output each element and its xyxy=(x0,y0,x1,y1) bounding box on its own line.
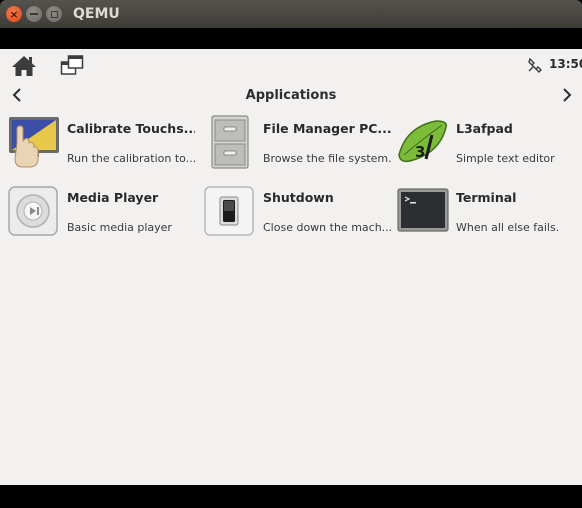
app-description: Browse the file system... xyxy=(263,152,391,165)
clock: 13:50 xyxy=(549,57,582,71)
app-description: When all else fails. xyxy=(456,221,560,234)
guest-screen: 13:50 Applications Calibrate Touchs... R… xyxy=(0,49,582,485)
letterbox-bottom xyxy=(0,485,582,508)
app-name: L3afpad xyxy=(456,121,513,136)
app-media-player[interactable]: Media Player Basic media player xyxy=(7,184,197,244)
app-description: Close down the mach... xyxy=(263,221,391,234)
close-window-button[interactable]: × xyxy=(6,6,22,22)
chevron-right-icon xyxy=(563,88,572,102)
app-shutdown[interactable]: Shutdown Close down the mach... xyxy=(203,184,393,244)
chevron-left-icon xyxy=(12,88,21,102)
next-page-button[interactable] xyxy=(559,86,575,104)
maximize-window-button[interactable] xyxy=(46,6,62,22)
app-name: File Manager PC... xyxy=(263,121,391,136)
app-name: Terminal xyxy=(456,190,517,205)
app-l3afpad[interactable]: 3 L3afpad Simple text editor xyxy=(396,115,582,175)
minimize-window-button[interactable] xyxy=(26,6,42,22)
app-calibrate-touchscreen[interactable]: Calibrate Touchs... Run the calibration … xyxy=(7,115,197,175)
touchscreen-calibrate-icon xyxy=(9,117,59,168)
window-title: QEMU xyxy=(73,6,120,22)
app-description: Simple text editor xyxy=(456,152,555,165)
app-name: Media Player xyxy=(67,190,159,205)
terminal-icon xyxy=(397,188,449,232)
app-file-manager[interactable]: File Manager PC... Browse the file syste… xyxy=(203,115,393,175)
network-status-icon[interactable] xyxy=(527,57,543,73)
media-player-icon xyxy=(8,186,58,236)
minimize-icon xyxy=(30,13,38,15)
windows-icon xyxy=(60,55,84,75)
window-titlebar: × QEMU xyxy=(0,0,582,28)
letterbox-top xyxy=(0,28,582,49)
file-cabinet-icon xyxy=(211,115,249,169)
window-switcher-button[interactable] xyxy=(60,54,84,76)
page-title: Applications xyxy=(245,88,337,103)
home-button[interactable] xyxy=(11,54,37,78)
leafpad-icon: 3 xyxy=(398,120,448,163)
app-description: Run the calibration to... xyxy=(67,152,195,165)
app-description: Basic media player xyxy=(67,221,172,234)
svg-text:3: 3 xyxy=(415,143,425,161)
previous-page-button[interactable] xyxy=(9,86,25,104)
home-icon xyxy=(12,56,36,76)
app-terminal[interactable]: Terminal When all else fails. xyxy=(396,184,582,244)
app-name: Shutdown xyxy=(263,190,334,205)
app-name: Calibrate Touchs... xyxy=(67,121,195,136)
maximize-icon xyxy=(50,10,58,18)
power-switch-icon xyxy=(204,186,254,236)
